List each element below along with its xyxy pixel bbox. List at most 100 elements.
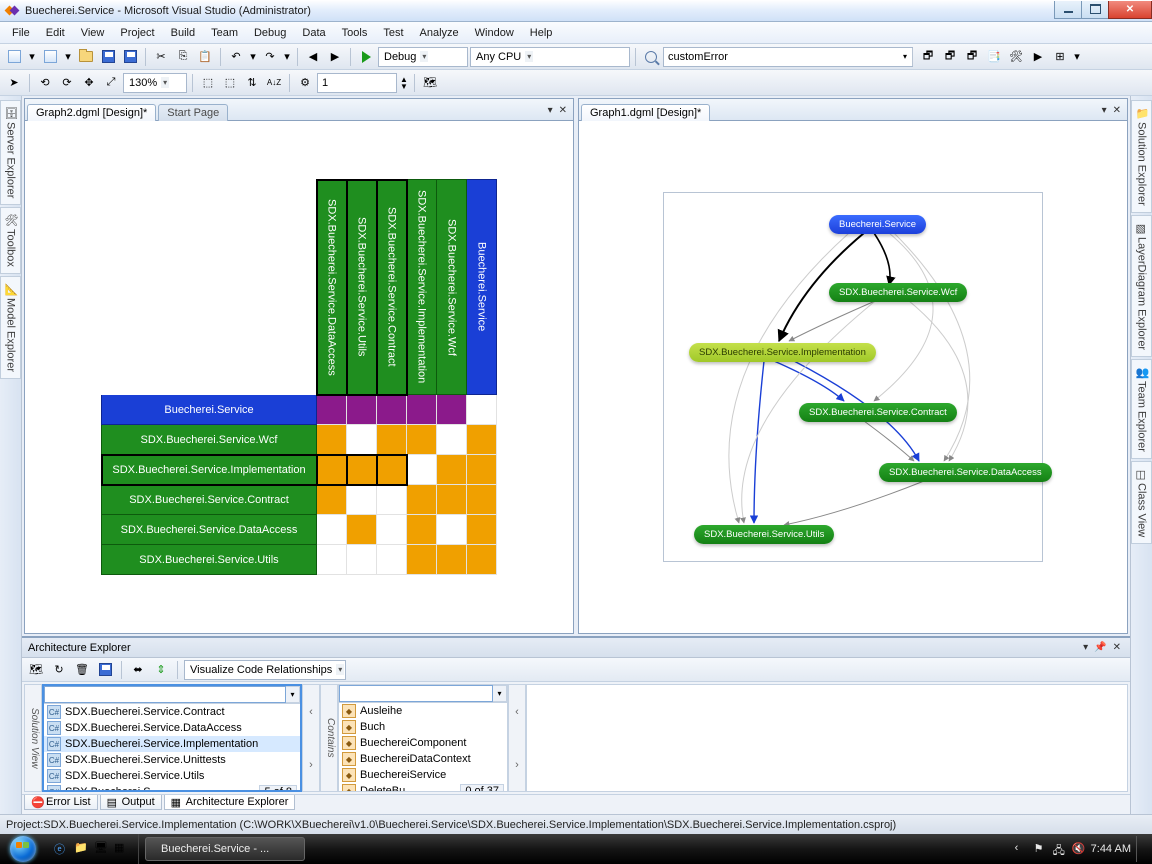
redo-split-button[interactable]: ▾ xyxy=(282,47,292,67)
filter-button[interactable]: ⚙ xyxy=(295,73,315,93)
menu-build[interactable]: Build xyxy=(163,25,203,41)
tab-graph1[interactable]: Graph1.dgml [Design]* xyxy=(581,104,710,121)
start-button[interactable] xyxy=(0,834,46,864)
class-view-tab[interactable]: ◫Class View xyxy=(1131,461,1152,544)
matrix-cell[interactable] xyxy=(467,455,497,485)
menu-project[interactable]: Project xyxy=(112,25,162,41)
tray-volume-icon[interactable]: 🔇 xyxy=(1072,842,1086,856)
col-label[interactable]: Buecherei.Service xyxy=(467,180,497,395)
col-label[interactable]: SDX.Buecherei.Service.Contract xyxy=(377,180,407,395)
ie-icon[interactable]: ⓔ xyxy=(54,841,70,857)
matrix-cell[interactable] xyxy=(467,515,497,545)
col-label[interactable]: SDX.Buecherei.Service.Implementation xyxy=(407,180,437,395)
matrix-cell[interactable] xyxy=(407,545,437,575)
cut-button[interactable]: ✂ xyxy=(151,47,171,67)
col1-items[interactable]: C#SDX.Buecherei.Service.Contract C#SDX.B… xyxy=(44,704,300,790)
graph-node-impl[interactable]: SDX.Buecherei.Service.Implementation xyxy=(689,343,876,362)
tool-icon[interactable]: 🛠 xyxy=(1006,47,1026,67)
matrix-cell[interactable] xyxy=(347,545,377,575)
maximize-button[interactable] xyxy=(1081,1,1109,19)
matrix-cell[interactable] xyxy=(467,545,497,575)
menu-file[interactable]: File xyxy=(4,25,38,41)
list-item[interactable]: C#SDX.Buecherei.Service.Contract xyxy=(44,704,300,720)
list-item[interactable]: ◆BuechereiComponent xyxy=(339,735,507,751)
spin-buttons[interactable]: ▲▼ xyxy=(399,73,409,93)
list-item[interactable]: ◆DeleteBu0 of 37 xyxy=(339,783,507,791)
col-label[interactable]: SDX.Buecherei.Service.Utils xyxy=(347,180,377,395)
matrix-cell[interactable] xyxy=(437,515,467,545)
row-label[interactable]: SDX.Buecherei.Service.Contract xyxy=(102,485,317,515)
team-explorer-tab[interactable]: 👥Team Explorer xyxy=(1131,359,1152,459)
col2-label[interactable]: Contains xyxy=(320,684,338,792)
pointer-tool-button[interactable]: ➤ xyxy=(4,73,24,93)
tab-list-button[interactable]: ▾ xyxy=(1100,105,1109,116)
graph-node-utils[interactable]: SDX.Buecherei.Service.Utils xyxy=(694,525,834,544)
matrix-cell[interactable] xyxy=(347,395,377,425)
save-all-button[interactable] xyxy=(120,47,140,67)
matrix-cell[interactable] xyxy=(347,425,377,455)
menu-debug[interactable]: Debug xyxy=(246,25,294,41)
matrix-cell[interactable] xyxy=(437,545,467,575)
save-button[interactable] xyxy=(98,47,118,67)
tray-network-icon[interactable]: 🖧 xyxy=(1053,842,1067,856)
arch-expand-button[interactable]: ⬌ xyxy=(128,660,148,680)
list-item[interactable]: ◆BuechereiService xyxy=(339,767,507,783)
nav-right-icon[interactable]: › xyxy=(303,738,319,791)
undo-view-button[interactable]: ⟲ xyxy=(35,73,55,93)
matrix-cell[interactable] xyxy=(377,425,407,455)
col1-filter-dropdown[interactable]: ▾ xyxy=(286,686,300,703)
col1-label[interactable]: Solution View xyxy=(24,684,42,792)
menu-data[interactable]: Data xyxy=(294,25,333,41)
list-item[interactable]: C#SDX.Buecherei.Service.Utils xyxy=(44,768,300,784)
new-dropdown-button[interactable]: ▾ xyxy=(26,47,38,67)
tab-arch-explorer[interactable]: ▦Architecture Explorer xyxy=(164,795,296,810)
tool-icon[interactable]: 📑 xyxy=(984,47,1004,67)
nav-right-icon[interactable]: › xyxy=(509,738,525,791)
nav-fwd-button[interactable]: ▶ xyxy=(325,47,345,67)
list-item[interactable]: C#SDX.Buecherei.S5 of 8 xyxy=(44,784,300,790)
col-label[interactable]: SDX.Buecherei.Service.DataAccess xyxy=(317,180,347,395)
layout-button[interactable]: ⇅ xyxy=(242,73,262,93)
tool-icon[interactable]: 🗗 xyxy=(940,47,960,67)
start-debug-button[interactable] xyxy=(356,47,376,67)
col2-items[interactable]: ◆Ausleihe ◆Buch ◆BuechereiComponent ◆Bue… xyxy=(339,703,507,791)
graph1-canvas[interactable]: Buecherei.Service SDX.Buecherei.Service.… xyxy=(579,121,1127,633)
arch-refresh-button[interactable]: ↻ xyxy=(49,660,69,680)
list-item[interactable]: C#SDX.Buecherei.Service.Unittests xyxy=(44,752,300,768)
layout-button[interactable]: ⬚ xyxy=(220,73,240,93)
graph-tool-button[interactable]: 🗺 xyxy=(420,73,440,93)
explorer-icon[interactable]: 📁 xyxy=(74,841,90,857)
panel-pin-button[interactable]: 📌 xyxy=(1091,642,1109,653)
list-item[interactable]: ◆Buch xyxy=(339,719,507,735)
graph-node-wcf[interactable]: SDX.Buecherei.Service.Wcf xyxy=(829,283,967,302)
matrix-cell[interactable] xyxy=(377,545,407,575)
panel-menu-button[interactable]: ▾ xyxy=(1080,642,1091,653)
matrix-cell[interactable] xyxy=(347,515,377,545)
menu-help[interactable]: Help xyxy=(522,25,561,41)
matrix-cell[interactable] xyxy=(407,455,437,485)
platform-dropdown[interactable]: Any CPU xyxy=(470,47,630,67)
graph-node-root[interactable]: Buecherei.Service xyxy=(829,215,926,234)
show-desktop-button[interactable] xyxy=(1136,836,1144,862)
toolbox-tab[interactable]: 🛠Toolbox xyxy=(0,207,21,274)
tray-overflow-icon[interactable]: ‹ xyxy=(1015,842,1029,856)
switch-icon[interactable]: ▦ xyxy=(114,841,130,857)
menu-tools[interactable]: Tools xyxy=(334,25,376,41)
tray-clock[interactable]: 7:44 AM xyxy=(1091,843,1131,855)
matrix-cell[interactable] xyxy=(317,485,347,515)
tab-start-page[interactable]: Start Page xyxy=(158,104,228,121)
depth-input[interactable] xyxy=(317,73,397,93)
arch-new-graph-button[interactable]: 🗺 xyxy=(26,660,46,680)
menu-analyze[interactable]: Analyze xyxy=(412,25,467,41)
arch-save-button[interactable] xyxy=(95,660,115,680)
list-item[interactable]: ◆Ausleihe xyxy=(339,703,507,719)
copy-button[interactable]: ⎘ xyxy=(173,47,193,67)
col1-filter-input[interactable] xyxy=(44,686,286,703)
menu-window[interactable]: Window xyxy=(467,25,522,41)
close-button[interactable] xyxy=(1108,1,1152,19)
minimize-button[interactable] xyxy=(1054,1,1082,19)
nav-left-icon[interactable]: ‹ xyxy=(509,685,525,738)
arch-clear-button[interactable]: 🗑 xyxy=(72,660,92,680)
undo-split-button[interactable]: ▾ xyxy=(248,47,258,67)
nav-back-button[interactable]: ◀ xyxy=(303,47,323,67)
